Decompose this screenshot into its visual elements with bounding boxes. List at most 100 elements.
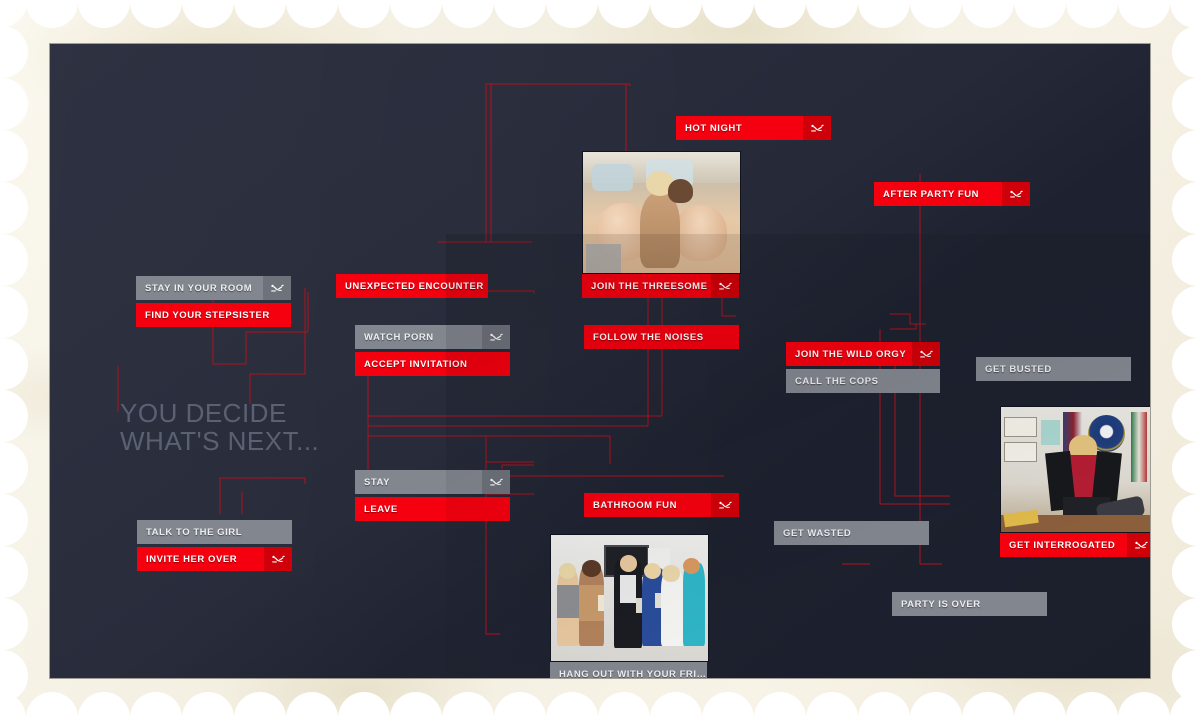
scallop-notch [0, 0, 28, 26]
node-bar-accept-invitation[interactable]: ACCEPT INVITATION [355, 352, 510, 376]
scallop-notch [130, 0, 182, 28]
node-bar-get-interrogated[interactable]: GET INTERROGATED [1000, 533, 1150, 557]
node-bar-hang-out-with-your-friends[interactable]: HANG OUT WITH YOUR FRIENDS [550, 662, 707, 678]
node-stay[interactable]: STAY [355, 470, 510, 494]
node-bar-get-busted[interactable]: GET BUSTED [976, 357, 1131, 381]
node-bathroom-fun[interactable]: BATHROOM FUN [584, 493, 739, 517]
story-board-canvas: YOU DECIDE WHAT'S NEXT... HOT NIGHT AFTER… [50, 44, 1150, 678]
thumbnail-party-champagne-photo[interactable] [550, 534, 709, 662]
node-bar-invite-her-over[interactable]: INVITE HER OVER [137, 547, 292, 571]
watermark-text: YOU DECIDE WHAT'S NEXT... [120, 399, 319, 455]
node-bar-get-wasted[interactable]: GET WASTED [774, 521, 929, 545]
brazzers-logo-icon [263, 276, 291, 300]
scallop-notch [0, 546, 28, 598]
scallop-notch [182, 692, 234, 720]
thumbnail-fbi-office-photo[interactable] [1000, 406, 1150, 533]
scallop-notch [286, 692, 338, 720]
scallop-notch [78, 692, 130, 720]
node-bar-unexpected-encounter[interactable]: UNEXPECTED ENCOUNTER [336, 274, 488, 298]
scallop-notch [858, 692, 910, 720]
node-bar-follow-the-noises[interactable]: FOLLOW THE NOISES [584, 325, 739, 349]
node-label-get-wasted: GET WASTED [783, 527, 852, 539]
scallop-notch [26, 0, 78, 28]
node-find-your-stepsister[interactable]: FIND YOUR STEPSISTER [136, 303, 291, 327]
scallop-notch [338, 692, 390, 720]
scallop-notch [0, 338, 28, 390]
node-follow-the-noises[interactable]: FOLLOW THE NOISES [584, 325, 739, 349]
scallop-notch [806, 692, 858, 720]
node-accept-invitation[interactable]: ACCEPT INVITATION [355, 352, 510, 376]
node-bar-leave[interactable]: LEAVE [355, 497, 510, 521]
scallop-notch [0, 234, 28, 286]
scallop-notch [0, 182, 28, 234]
node-talk-to-the-girl[interactable]: TALK TO THE GIRL [137, 520, 292, 544]
scallop-notch [910, 692, 962, 720]
scallop-notch [0, 692, 26, 720]
brazzers-logo-icon [264, 547, 292, 571]
node-get-busted[interactable]: GET BUSTED [976, 357, 1131, 381]
node-watch-porn[interactable]: WATCH PORN [355, 325, 510, 349]
scallop-notch [0, 390, 28, 442]
node-get-interrogated[interactable]: GET INTERROGATED [1000, 406, 1150, 557]
node-leave[interactable]: LEAVE [355, 497, 510, 521]
node-call-the-cops[interactable]: CALL THE COPS [786, 369, 940, 393]
scallop-notch [1066, 0, 1118, 28]
node-after-party-fun[interactable]: AFTER PARTY FUN [874, 182, 1030, 206]
scallop-notch [286, 0, 338, 28]
scallop-notch [1172, 0, 1200, 26]
node-stay-in-your-room[interactable]: STAY IN YOUR ROOM [136, 276, 291, 300]
brazzers-logo-icon [711, 274, 739, 298]
story-map-page: YOU DECIDE WHAT'S NEXT... HOT NIGHT AFTER… [0, 0, 1200, 720]
node-invite-her-over[interactable]: INVITE HER OVER [137, 547, 292, 571]
scallop-notch [1172, 390, 1200, 442]
scallop-notch [0, 26, 28, 78]
scallop-notch [546, 0, 598, 28]
node-get-wasted[interactable]: GET WASTED [774, 521, 929, 545]
scallop-notch [442, 0, 494, 28]
scallop-notch [650, 692, 702, 720]
node-label-hang-out-with-your-friends: HANG OUT WITH YOUR FRIENDS [559, 668, 707, 679]
brazzers-logo-icon [1127, 533, 1150, 557]
scallop-notch [26, 692, 78, 720]
node-label-get-interrogated: GET INTERROGATED [1009, 539, 1116, 551]
scallop-notch [1118, 692, 1170, 720]
node-label-watch-porn: WATCH PORN [364, 331, 434, 343]
scallop-notch [0, 650, 28, 702]
node-label-after-party-fun: AFTER PARTY FUN [883, 188, 980, 200]
scallop-notch [1172, 182, 1200, 234]
node-bar-bathroom-fun[interactable]: BATHROOM FUN [584, 493, 739, 517]
node-bar-watch-porn[interactable]: WATCH PORN [355, 325, 510, 349]
node-bar-hot-night[interactable]: HOT NIGHT [676, 116, 831, 140]
node-bar-after-party-fun[interactable]: AFTER PARTY FUN [874, 182, 1030, 206]
node-bar-talk-to-the-girl[interactable]: TALK TO THE GIRL [137, 520, 292, 544]
brazzers-logo-icon [912, 342, 940, 366]
node-join-the-threesome[interactable]: JOIN THE THREESOME [582, 151, 741, 298]
thumbnail-threesome-bedroom-photo[interactable] [582, 151, 741, 274]
node-unexpected-encounter[interactable]: UNEXPECTED ENCOUNTER [336, 274, 488, 298]
scallop-notch [234, 0, 286, 28]
node-party-is-over[interactable]: PARTY IS OVER [892, 592, 1047, 616]
scallop-notch [0, 78, 28, 130]
scallop-notch [962, 0, 1014, 28]
scallop-notch [598, 0, 650, 28]
node-label-stay-in-your-room: STAY IN YOUR ROOM [145, 282, 253, 294]
node-label-follow-the-noises: FOLLOW THE NOISES [593, 331, 704, 343]
node-hang-out-with-your-friends[interactable]: HANG OUT WITH YOUR FRIENDS [550, 534, 709, 678]
node-bar-party-is-over[interactable]: PARTY IS OVER [892, 592, 1047, 616]
node-label-talk-to-the-girl: TALK TO THE GIRL [146, 526, 243, 538]
node-bar-call-the-cops[interactable]: CALL THE COPS [786, 369, 940, 393]
scallop-notch [598, 692, 650, 720]
scallop-notch [390, 692, 442, 720]
scallop-notch [1170, 0, 1200, 28]
node-label-join-the-threesome: JOIN THE THREESOME [591, 280, 708, 292]
node-bar-stay-in-your-room[interactable]: STAY IN YOUR ROOM [136, 276, 291, 300]
node-bar-join-the-wild-orgy[interactable]: JOIN THE WILD ORGY [786, 342, 940, 366]
node-label-unexpected-encounter: UNEXPECTED ENCOUNTER [345, 280, 484, 292]
node-join-the-wild-orgy[interactable]: JOIN THE WILD ORGY [786, 342, 940, 366]
node-hot-night[interactable]: HOT NIGHT [676, 116, 831, 140]
node-bar-join-the-threesome[interactable]: JOIN THE THREESOME [582, 274, 739, 298]
scallop-notch [1172, 598, 1200, 650]
node-bar-stay[interactable]: STAY [355, 470, 510, 494]
node-bar-find-your-stepsister[interactable]: FIND YOUR STEPSISTER [136, 303, 291, 327]
scallop-notch [1172, 442, 1200, 494]
